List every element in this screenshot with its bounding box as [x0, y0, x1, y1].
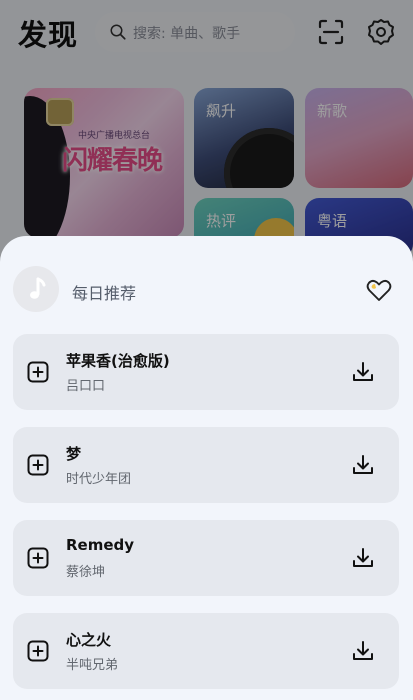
playlist-title: 每日推荐	[72, 284, 137, 303]
song-title: 梦	[66, 445, 82, 463]
song-title: 苹果香(治愈版)	[66, 352, 170, 370]
song-artist: 半吨兄弟	[66, 658, 119, 673]
heart-icon[interactable]	[366, 278, 392, 302]
song-row[interactable]: 苹果香(治愈版) 吕口口	[13, 334, 399, 410]
song-row[interactable]: 心之火 半吨兄弟	[13, 613, 399, 689]
download-icon[interactable]	[351, 546, 375, 570]
daily-recommend-sheet: 每日推荐 苹果香(治愈版) 吕口口 梦 时代少年团 Remedy 蔡徐坤 心之火…	[0, 236, 413, 700]
add-to-playlist-icon[interactable]	[27, 454, 49, 476]
add-to-playlist-icon[interactable]	[27, 640, 49, 662]
download-icon[interactable]	[351, 453, 375, 477]
song-title: Remedy	[66, 536, 135, 554]
song-title: 心之火	[66, 631, 112, 649]
download-icon[interactable]	[351, 360, 375, 384]
add-to-playlist-icon[interactable]	[27, 361, 49, 383]
song-artist: 吕口口	[66, 379, 106, 394]
song-row[interactable]: 梦 时代少年团	[13, 427, 399, 503]
add-to-playlist-icon[interactable]	[27, 547, 49, 569]
song-artist: 时代少年团	[66, 472, 132, 487]
music-note-icon	[30, 277, 46, 299]
song-row[interactable]: Remedy 蔡徐坤	[13, 520, 399, 596]
download-icon[interactable]	[351, 639, 375, 663]
sheet-header: 每日推荐	[0, 236, 413, 326]
song-artist: 蔡徐坤	[66, 565, 106, 580]
